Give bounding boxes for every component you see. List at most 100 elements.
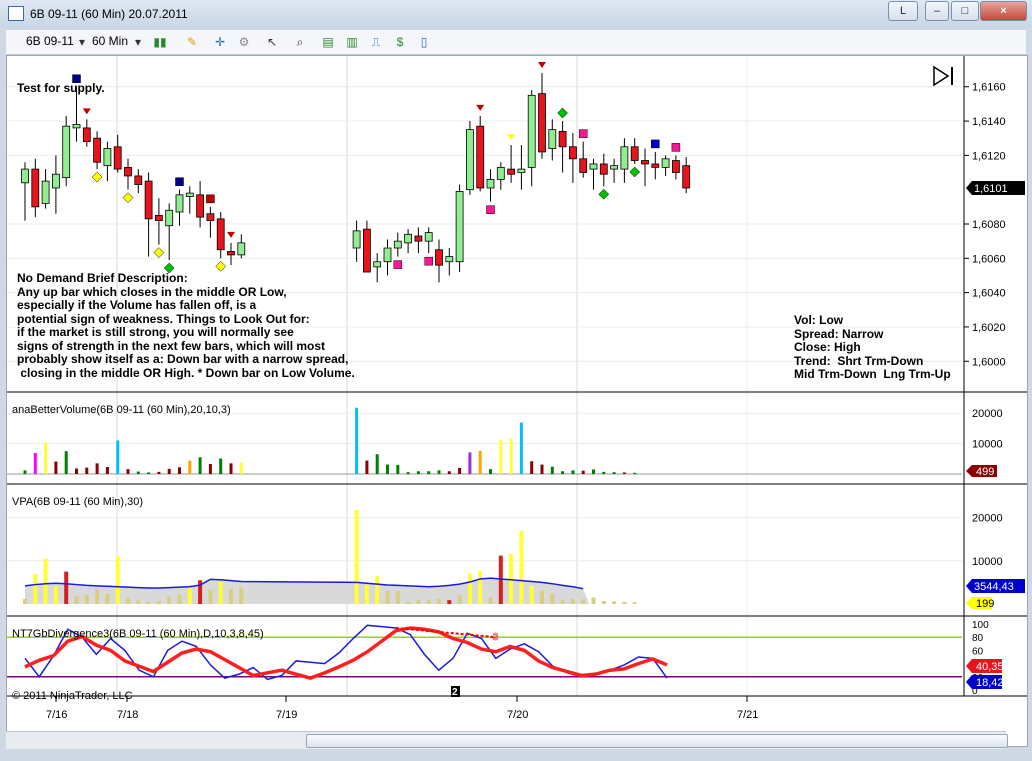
volume-bar <box>571 470 575 474</box>
vpa-bar <box>126 597 130 604</box>
x-axis-label: 7/19 <box>276 709 297 721</box>
price-tick-label: 1,6080 <box>972 219 1006 231</box>
x-axis-label: 7/20 <box>507 709 528 721</box>
volume-bar <box>437 470 441 474</box>
candle-body <box>144 180 153 220</box>
zoom-icon[interactable]: ⌕ <box>292 34 308 50</box>
crosshair-icon[interactable]: ✛ <box>212 34 228 50</box>
chart-area[interactable]: 1,6160 1,6140 1,6120 1,6080 1,6060 1,6040 1,60… <box>6 55 1028 747</box>
bars-icon[interactable]: ▥ <box>344 34 360 50</box>
vpa-bar <box>550 593 555 604</box>
osc-red-label: 40,35 <box>976 661 1004 673</box>
candle-body <box>682 165 691 189</box>
candle-body <box>424 232 433 242</box>
signal-square <box>486 205 495 214</box>
candle-body <box>641 160 649 165</box>
candle-body <box>393 240 402 249</box>
chevron-down-icon[interactable]: ▾ <box>74 34 90 50</box>
volume-bar <box>592 469 595 474</box>
candle-body <box>414 235 423 242</box>
candle-body <box>620 146 629 170</box>
skip-icon <box>933 65 950 87</box>
chart-style-icon[interactable]: ▮▮ <box>152 34 168 50</box>
candle-body <box>41 180 50 204</box>
volume-bar <box>447 471 451 474</box>
candle-body <box>21 168 29 184</box>
candle-body <box>661 158 670 168</box>
volume-bar <box>239 462 243 474</box>
osc-blue-label: 18,42 <box>976 677 1004 689</box>
close-button[interactable]: × <box>980 1 1027 21</box>
candle-body <box>672 160 680 173</box>
vpa-bar <box>167 596 172 604</box>
osc-tick-label: 80 <box>972 633 984 644</box>
vpa-bar <box>406 601 411 604</box>
price-tick-label: 1,6040 <box>972 288 1006 300</box>
volume-bar <box>416 471 420 474</box>
maximize-button[interactable]: □ <box>951 1 979 21</box>
scrollbar-thumb[interactable] <box>306 734 1008 748</box>
vpa-avg-label: 3544,43 <box>974 581 1014 593</box>
osc-tick-label: 60 <box>972 646 984 657</box>
candle-body <box>651 163 660 168</box>
horizontal-scrollbar[interactable] <box>6 731 1008 749</box>
vpa-bar <box>447 600 452 604</box>
volume-badge-label: 499 <box>976 466 994 478</box>
volume-bar <box>365 460 369 474</box>
chart-canvas[interactable]: 1,6160 1,6140 1,6120 1,6080 1,6060 1,6040 1,60… <box>7 56 1027 746</box>
candle-body <box>124 166 132 177</box>
instrument-selector[interactable]: 6B 09-11 <box>26 34 74 48</box>
vpa-bar <box>385 590 390 604</box>
minimize-button[interactable]: – <box>925 1 949 21</box>
line-chart-icon[interactable]: ⎍ <box>368 34 384 50</box>
vpa-bar <box>74 596 79 604</box>
volume-bar <box>550 466 554 474</box>
vpa-bar <box>560 600 565 604</box>
cursor-icon[interactable]: ↖ <box>264 34 280 50</box>
properties-icon[interactable]: ▤ <box>320 34 336 50</box>
candle-body <box>404 233 413 244</box>
volume-bar <box>581 470 585 474</box>
candle-body <box>154 215 163 221</box>
candle-body <box>455 190 464 263</box>
x-axis-label: 7/21 <box>737 709 758 721</box>
volume-bar <box>530 461 534 474</box>
interval-selector[interactable]: 60 Min <box>92 34 128 48</box>
divergence-marker: 2 <box>452 687 458 698</box>
volume-bar <box>178 467 181 474</box>
vpa-bar <box>612 601 617 604</box>
vpa-bar <box>540 590 544 604</box>
window-title: 6B 09-11 (60 Min) 20.07.2011 <box>30 7 188 21</box>
signal-diamond <box>557 107 568 119</box>
vpa-bar <box>426 600 431 604</box>
chevron-down-icon[interactable]: ▾ <box>130 34 146 50</box>
signal-triangle <box>507 134 516 141</box>
signal-square <box>393 260 403 269</box>
vpa-bar <box>591 597 596 604</box>
vpa-bar <box>53 586 58 604</box>
volume-bar <box>622 472 626 474</box>
volume-bar <box>75 468 78 474</box>
volume-bar <box>198 457 202 474</box>
signal-square <box>651 139 660 149</box>
vpa-bar <box>156 600 161 604</box>
data-box-icon[interactable]: ▯ <box>416 34 432 50</box>
volume-bar <box>54 461 58 474</box>
candle-body <box>548 129 557 149</box>
draw-pencil-icon[interactable]: ✎ <box>184 34 200 50</box>
volume-bar <box>561 471 565 474</box>
candle-body <box>445 256 454 263</box>
volume-bar <box>33 453 37 474</box>
candle-body <box>527 94 536 168</box>
candle-body <box>599 163 608 175</box>
signal-square <box>175 177 184 186</box>
vpa-bar <box>354 509 359 604</box>
settings-icon[interactable]: ⚙ <box>236 34 252 50</box>
copyright-text: © 2011 NinjaTrader, LLC <box>12 690 133 702</box>
dollar-icon[interactable]: $ <box>392 34 408 50</box>
candle-body <box>579 158 588 173</box>
vpa-bar <box>622 601 627 604</box>
link-button[interactable]: L <box>888 1 918 21</box>
vpa-bar <box>208 589 213 604</box>
vpa-bar <box>187 584 192 604</box>
